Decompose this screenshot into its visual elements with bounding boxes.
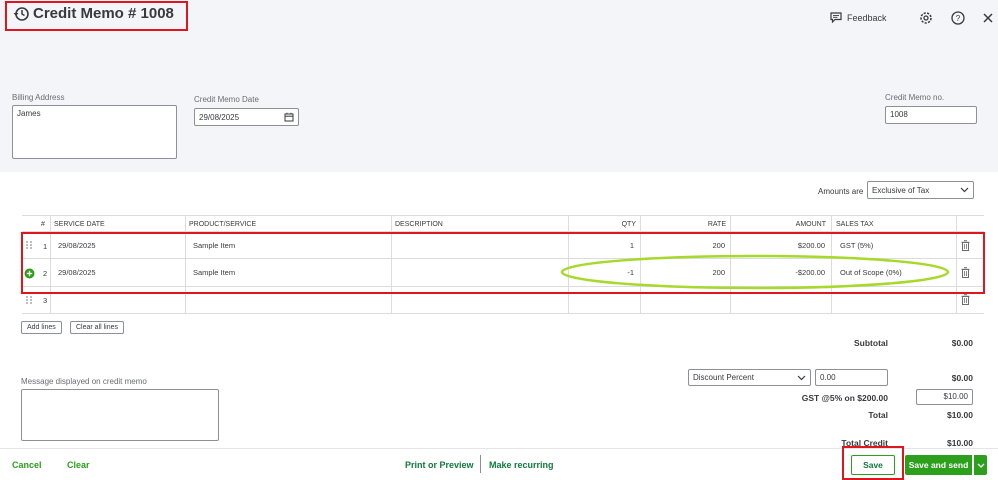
billing-address-label: Billing Address: [12, 93, 65, 102]
total-credit-value: $10.00: [947, 438, 973, 448]
col-header-description: DESCRIPTION: [395, 221, 443, 228]
cancel-button[interactable]: Cancel: [12, 460, 42, 470]
amounts-are-value: Exclusive of Tax: [872, 185, 930, 195]
close-icon[interactable]: [980, 10, 996, 26]
credit-memo-no-label: Credit Memo no.: [885, 93, 945, 102]
total-label: Total: [868, 410, 888, 420]
row-num: 3: [43, 296, 48, 305]
calendar-icon[interactable]: [284, 112, 294, 122]
feedback-button[interactable]: Feedback: [830, 12, 887, 23]
history-icon[interactable]: [12, 5, 30, 23]
footer-divider: [480, 455, 481, 473]
clear-button[interactable]: Clear: [67, 460, 90, 470]
credit-memo-date-label: Credit Memo Date: [194, 95, 259, 104]
table-top-rule: [22, 215, 984, 216]
discount-value: $0.00: [951, 373, 973, 383]
gear-icon[interactable]: [918, 10, 934, 26]
total-value: $10.00: [947, 410, 973, 420]
page-title: Credit Memo # 1008: [33, 5, 174, 22]
gst-label: GST @5% on $200.00: [801, 393, 888, 403]
amounts-are-select[interactable]: Exclusive of Tax: [867, 181, 974, 199]
clear-all-lines-button[interactable]: Clear all lines: [70, 321, 125, 334]
subtotal-value: $0.00: [951, 338, 973, 348]
discount-type-select[interactable]: Discount Percent: [688, 369, 811, 386]
discount-input[interactable]: 0.00: [815, 369, 888, 386]
drag-handle-icon[interactable]: [25, 295, 33, 305]
col-header-num: #: [41, 221, 45, 228]
table-bottom-rule: [22, 313, 984, 314]
date-value: 29/08/2025: [199, 112, 240, 122]
annotation-ellipse: [560, 254, 950, 290]
svg-text:?: ?: [956, 14, 961, 23]
save-options-button[interactable]: [973, 455, 987, 475]
credit-memo-date-field[interactable]: 29/08/2025: [194, 108, 299, 126]
save-button[interactable]: Save: [851, 455, 895, 475]
trash-icon[interactable]: [961, 294, 970, 305]
col-header-qty: QTY: [621, 221, 636, 228]
col-header-amount: AMOUNT: [795, 221, 826, 228]
col-header-product: PRODUCT/SERVICE: [189, 221, 257, 228]
credit-memo-no-field[interactable]: 1008: [885, 106, 977, 124]
chevron-down-icon: [960, 187, 969, 193]
make-recurring-button[interactable]: Make recurring: [489, 460, 554, 470]
add-lines-button[interactable]: Add lines: [21, 321, 62, 334]
gst-input[interactable]: $10.00: [916, 389, 973, 405]
discount-type-value: Discount Percent: [693, 373, 754, 382]
subtotal-label: Subtotal: [854, 338, 888, 348]
col-header-sales-tax: SALES TAX: [836, 221, 874, 228]
message-label: Message displayed on credit memo: [21, 377, 147, 386]
feedback-icon: [830, 12, 842, 23]
col-header-service-date: SERVICE DATE: [54, 221, 105, 228]
billing-address-field[interactable]: James: [12, 105, 177, 159]
col-header-rate: RATE: [707, 221, 726, 228]
message-field[interactable]: [21, 389, 219, 441]
save-and-send-button[interactable]: Save and send: [905, 455, 972, 475]
feedback-label: Feedback: [847, 12, 887, 23]
amounts-are-label: Amounts are: [818, 187, 864, 196]
chevron-down-icon: [977, 463, 984, 468]
chevron-down-icon: [797, 375, 806, 380]
print-preview-button[interactable]: Print or Preview: [405, 460, 474, 470]
help-icon[interactable]: ?: [950, 10, 966, 26]
